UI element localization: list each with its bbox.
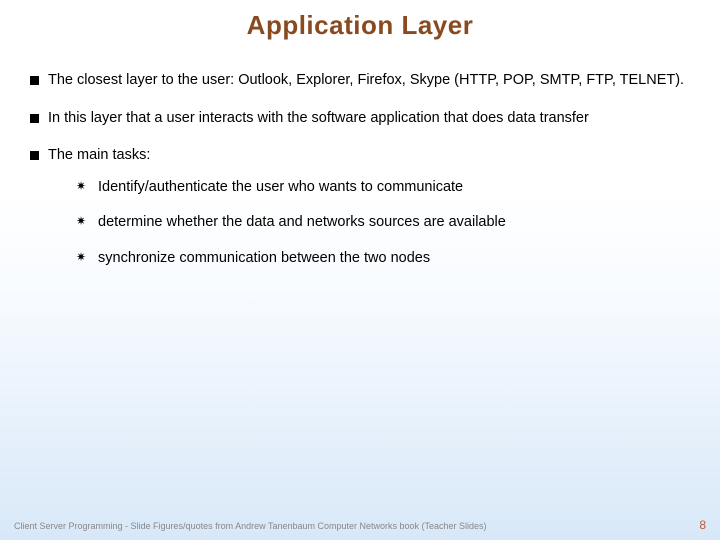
sub-bullet-text: synchronize communication between the tw… (98, 250, 430, 266)
sub-bullet-item: Identify/authenticate the user who wants… (76, 178, 696, 198)
bullet-text: The closest layer to the user: Outlook, … (48, 72, 684, 88)
slide-footer: Client Server Programming - Slide Figure… (0, 518, 720, 532)
footer-text: Client Server Programming - Slide Figure… (14, 521, 487, 531)
sub-bullet-item: determine whether the data and networks … (76, 213, 696, 233)
bullet-item: The main tasks: Identify/authenticate th… (24, 146, 696, 268)
slide-title: Application Layer (0, 0, 720, 41)
bullet-list: The closest layer to the user: Outlook, … (24, 71, 696, 268)
bullet-item: In this layer that a user interacts with… (24, 109, 696, 129)
page-number: 8 (699, 518, 706, 532)
sub-bullet-item: synchronize communication between the tw… (76, 249, 696, 269)
bullet-text: The main tasks: (48, 147, 150, 163)
bullet-item: The closest layer to the user: Outlook, … (24, 71, 696, 91)
bullet-text: In this layer that a user interacts with… (48, 110, 589, 126)
sub-bullet-list: Identify/authenticate the user who wants… (76, 178, 696, 269)
slide-content: The closest layer to the user: Outlook, … (0, 41, 720, 268)
sub-bullet-text: determine whether the data and networks … (98, 214, 506, 230)
sub-bullet-text: Identify/authenticate the user who wants… (98, 179, 463, 195)
